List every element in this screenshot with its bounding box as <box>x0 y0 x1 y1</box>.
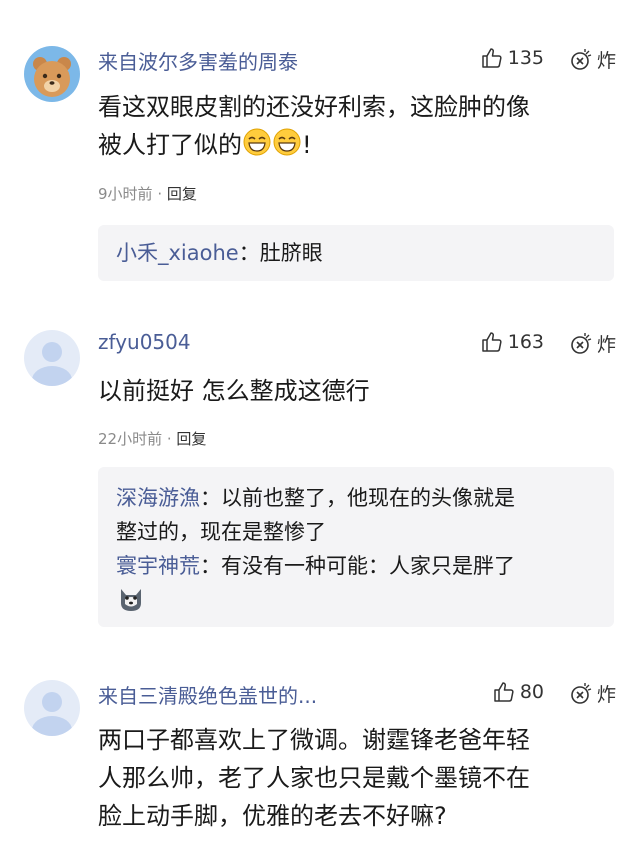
reply-box[interactable]: 小禾_xiaohe：肚脐眼 <box>98 225 614 281</box>
timestamp: 9小时前 <box>98 185 153 203</box>
comment-text-segment: 被人打了似的 <box>98 131 242 159</box>
comment-text: 以前挺好 怎么整成这德行 <box>98 372 618 410</box>
avatar[interactable] <box>24 46 80 102</box>
bomb-icon <box>571 682 592 704</box>
avatar[interactable] <box>24 680 80 736</box>
like-count: 80 <box>519 681 544 703</box>
thumbs-up-icon <box>481 48 502 68</box>
grinning-face-emoji-icon <box>242 127 272 168</box>
avatar[interactable] <box>24 330 80 386</box>
comment-text-segment: ! <box>302 131 312 159</box>
bomb-button[interactable]: 炸 <box>569 680 616 707</box>
reply-separator: ： <box>238 241 260 265</box>
separator-dot: · <box>162 430 177 448</box>
bomb-label: 炸 <box>596 334 616 356</box>
bomb-icon <box>571 48 592 70</box>
comment-text: 看这双眼皮割的还没好利索，这脸肿的像 被人打了似的! <box>98 88 618 168</box>
comment-meta: 22小时前 · 回复 <box>98 428 206 449</box>
reply-button[interactable]: 回复 <box>176 430 206 448</box>
comment-text-line: 被人打了似的! <box>98 126 618 168</box>
reply-username[interactable]: 小禾_xiaohe <box>116 241 239 265</box>
reply-separator: ： <box>200 554 221 578</box>
reply-text: 肚脐眼 <box>259 241 323 265</box>
comment-text-line: 以前挺好 怎么整成这德行 <box>98 377 370 405</box>
comment-item: zfyu0504 163 炸 以前挺好 怎么整成这德行 22小时前 · 回复 深… <box>0 300 640 645</box>
bomb-button[interactable]: 炸 <box>569 330 616 357</box>
bomb-button[interactable]: 炸 <box>569 46 616 73</box>
comment-text-line: 脸上动手脚，优雅的老去不好嘛? <box>98 802 447 830</box>
reply-item: 深海游漁：以前也整了，他现在的头像就是 <box>98 481 614 515</box>
reply-username[interactable]: 寰宇神荒 <box>116 554 200 578</box>
comment-item: 来自三清殿绝色盖世的... 80 炸 两口子都喜欢上了微调。谢霆锋老爸年轻 人那… <box>0 645 640 850</box>
reply-button[interactable]: 回复 <box>167 185 197 203</box>
reply-username[interactable]: 深海游漁 <box>116 486 200 510</box>
comment-item: 来自波尔多害羞的周泰 135 炸 看这双眼皮割的还没好利索，这脸肿的像 被人打了… <box>0 0 640 300</box>
default-avatar-icon <box>24 680 80 736</box>
reply-text-continued: 整过的，现在是整惨了 <box>116 520 326 544</box>
comment-text: 两口子都喜欢上了微调。谢霆锋老爸年轻 人那么帅，老了人家也只是戴个墨镜不在 脸上… <box>98 721 618 835</box>
timestamp: 22小时前 <box>98 430 163 448</box>
thumbs-up-icon <box>481 332 502 352</box>
reply-item: 小禾_xiaohe：肚脐眼 <box>98 236 614 270</box>
thumbs-up-icon <box>494 682 514 702</box>
grinning-face-emoji-icon <box>272 127 302 168</box>
like-button[interactable]: 163 <box>480 330 544 354</box>
comment-text-line: 人那么帅，老了人家也只是戴个墨镜不在 <box>98 764 530 792</box>
reply-box[interactable]: 深海游漁：以前也整了，他现在的头像就是 整过的，现在是整惨了 寰宇神荒：有没有一… <box>98 467 614 627</box>
bomb-label: 炸 <box>596 684 616 706</box>
reply-separator: ： <box>200 486 221 510</box>
reply-text: 以前也整了，他现在的头像就是 <box>221 486 515 510</box>
username[interactable]: 来自三清殿绝色盖世的... <box>98 680 317 709</box>
bear-avatar-icon <box>24 46 80 102</box>
bomb-label: 炸 <box>596 50 616 72</box>
reply-emoji-line <box>98 583 614 623</box>
username[interactable]: 来自波尔多害羞的周泰 <box>98 46 298 75</box>
like-button[interactable]: 80 <box>492 680 544 704</box>
husky-dog-emoji-icon <box>116 583 146 623</box>
comment-meta: 9小时前 · 回复 <box>98 183 197 204</box>
like-count: 135 <box>507 47 544 69</box>
separator-dot: · <box>152 185 167 203</box>
comment-text-line: 两口子都喜欢上了微调。谢霆锋老爸年轻 <box>98 726 530 754</box>
comment-text-line: 看这双眼皮割的还没好利索，这脸肿的像 <box>98 93 530 121</box>
username[interactable]: zfyu0504 <box>98 330 191 354</box>
bomb-icon <box>571 332 592 354</box>
like-count: 163 <box>507 331 544 353</box>
reply-item: 寰宇神荒：有没有一种可能：人家只是胖了 <box>98 549 614 583</box>
reply-text: 有没有一种可能：人家只是胖了 <box>221 554 515 578</box>
like-button[interactable]: 135 <box>480 46 544 70</box>
default-avatar-icon <box>24 330 80 386</box>
